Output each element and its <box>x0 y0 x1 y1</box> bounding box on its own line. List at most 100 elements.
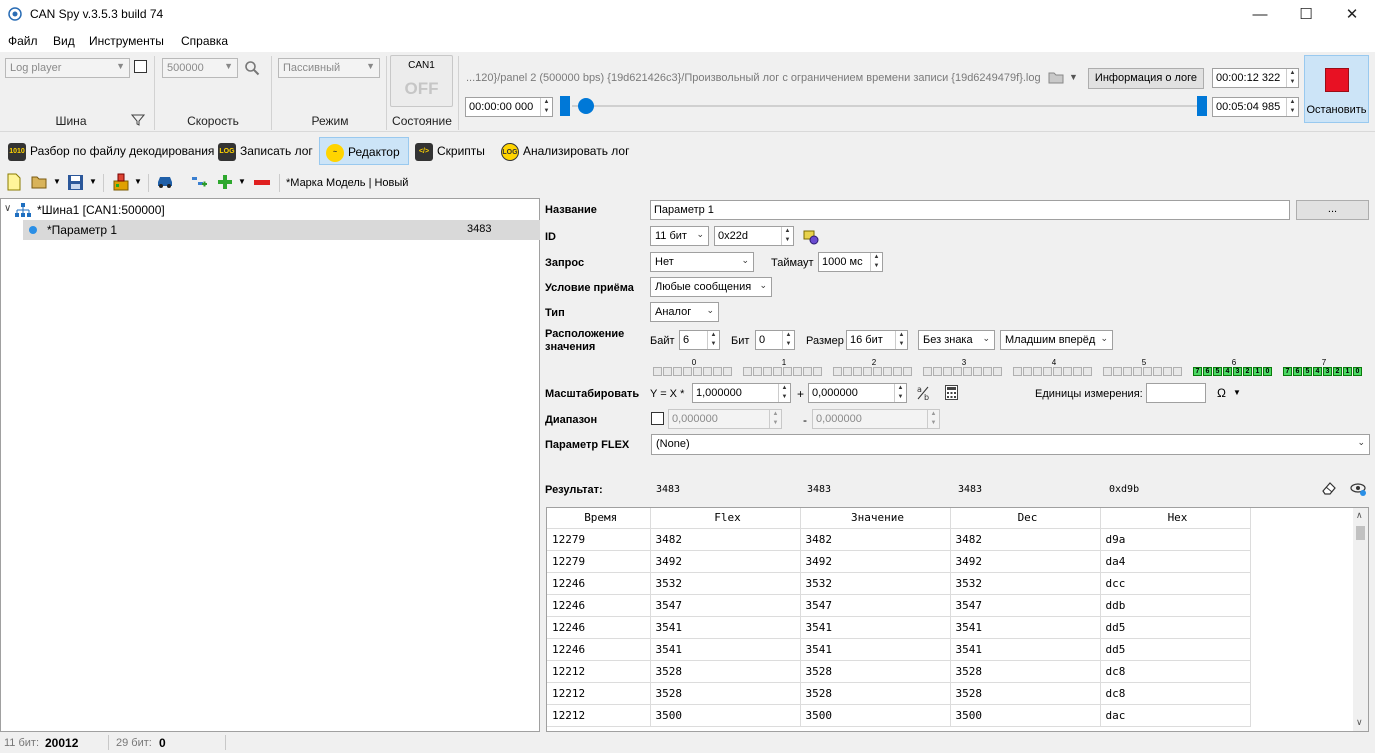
parameter-tree[interactable]: ∨ *Шина1 [CAN1:500000] *Параметр 1 3483 <box>0 198 540 732</box>
remove-icon[interactable] <box>254 180 270 185</box>
time-current-field[interactable]: 00:00:12 322 ▲ ▼ <box>1212 68 1299 88</box>
receive-condition-combo[interactable]: Любые сообщения ⌄ <box>650 277 772 297</box>
spin-arrows-icon[interactable]: ▲ ▼ <box>778 384 790 402</box>
units-symbol-button[interactable]: Ω <box>1217 386 1226 400</box>
search-icon[interactable] <box>244 60 260 76</box>
id-search-icon[interactable] <box>803 229 819 245</box>
tree-param-row[interactable]: *Параметр 1 3483 <box>23 220 540 240</box>
tab-scripts[interactable]: </> Скрипты <box>409 137 491 165</box>
byte-order-combo[interactable]: Младшим вперёд ⌄ <box>1000 330 1113 350</box>
bit-cell[interactable]: 6 <box>1203 367 1212 376</box>
scroll-up-icon[interactable]: ∧ <box>1356 510 1363 521</box>
time-total-field[interactable]: 00:05:04 985 ▲ ▼ <box>1212 97 1299 117</box>
bit-cell[interactable] <box>663 367 672 376</box>
bit-cell[interactable] <box>893 367 902 376</box>
type-combo[interactable]: Аналог ⌄ <box>650 302 719 322</box>
bit-cell[interactable] <box>833 367 842 376</box>
bit-cell[interactable]: 4 <box>1223 367 1232 376</box>
bit-field[interactable]: 0 ▲ ▼ <box>755 330 795 350</box>
bit-cell[interactable] <box>1103 367 1112 376</box>
chevron-down-icon[interactable]: ▼ <box>134 177 142 186</box>
bit-cell[interactable] <box>783 367 792 376</box>
id-type-combo[interactable]: 11 бит ⌄ <box>650 226 709 246</box>
name-more-button[interactable]: ... <box>1296 200 1369 220</box>
bit-cell[interactable]: 7 <box>1283 367 1292 376</box>
bit-byte-group[interactable]: 0 <box>653 358 735 380</box>
sign-combo[interactable]: Без знака ⌄ <box>918 330 995 350</box>
bit-cell[interactable] <box>1063 367 1072 376</box>
column-header-dec[interactable]: Dec <box>950 508 1101 529</box>
chevron-down-icon[interactable]: ▼ <box>53 177 61 186</box>
spin-arrows-icon[interactable]: ▲ ▼ <box>870 253 882 271</box>
scrollbar-thumb[interactable] <box>1356 526 1365 540</box>
bit-cell[interactable] <box>943 367 952 376</box>
menu-help[interactable]: Справка <box>181 34 228 48</box>
bit-cell[interactable]: 4 <box>1313 367 1322 376</box>
bus-checkbox[interactable] <box>134 60 147 73</box>
column-header-value[interactable]: Значение <box>800 508 951 529</box>
bit-cell[interactable] <box>1163 367 1172 376</box>
bit-byte-group[interactable]: 5 <box>1103 358 1185 380</box>
speed-combo[interactable]: 500000 ▼ <box>162 58 238 78</box>
bit-cell[interactable] <box>903 367 912 376</box>
time-start-field[interactable]: 00:00:00 000 ▲ ▼ <box>465 97 553 117</box>
bit-cell[interactable] <box>743 367 752 376</box>
table-row[interactable]: 12212 3528 3528 3528 dc8 <box>547 682 1251 705</box>
bit-cell[interactable] <box>843 367 852 376</box>
open-folder-icon[interactable] <box>31 174 49 190</box>
spin-arrows-icon[interactable]: ▲ ▼ <box>540 98 552 116</box>
chevron-down-icon[interactable]: ▼ <box>1233 388 1241 397</box>
new-file-icon[interactable] <box>6 173 22 191</box>
bit-cell[interactable] <box>753 367 762 376</box>
can-state-button[interactable]: CAN1 OFF <box>390 55 453 107</box>
add-bus-icon[interactable] <box>112 173 130 191</box>
bit-cell[interactable] <box>713 367 722 376</box>
bit-cell[interactable] <box>1033 367 1042 376</box>
bit-cell[interactable]: 1 <box>1253 367 1262 376</box>
bit-cell[interactable] <box>963 367 972 376</box>
close-button[interactable]: ✕ <box>1329 0 1375 30</box>
bit-cell[interactable] <box>1133 367 1142 376</box>
bit-cell[interactable]: 7 <box>1193 367 1202 376</box>
tab-record-log[interactable]: LOG Записать лог <box>212 137 319 165</box>
bit-cell[interactable] <box>773 367 782 376</box>
bit-byte-group[interactable]: 2 <box>833 358 915 380</box>
bit-cell[interactable] <box>1073 367 1082 376</box>
menu-file[interactable]: Файл <box>8 34 38 48</box>
bit-cell[interactable] <box>1123 367 1132 376</box>
bit-cell[interactable] <box>703 367 712 376</box>
scale-offset-field[interactable]: 0,000000 ▲ ▼ <box>808 383 907 403</box>
size-field[interactable]: 16 бит ▲ ▼ <box>846 330 908 350</box>
bit-cell[interactable] <box>883 367 892 376</box>
spin-arrows-icon[interactable]: ▲ ▼ <box>707 331 719 349</box>
stop-button[interactable]: Остановить <box>1304 55 1369 123</box>
column-header-time[interactable]: Время <box>547 508 651 529</box>
timeout-field[interactable]: 1000 мс ▲ ▼ <box>818 252 883 272</box>
bit-cell[interactable] <box>673 367 682 376</box>
table-row[interactable]: 12246 3541 3541 3541 dd5 <box>547 638 1251 661</box>
range-end-handle[interactable] <box>1197 96 1207 116</box>
request-combo[interactable]: Нет ⌄ <box>650 252 754 272</box>
bit-cell[interactable]: 2 <box>1243 367 1252 376</box>
spin-arrows-icon[interactable]: ▲ ▼ <box>1286 98 1298 116</box>
bit-cell[interactable]: 6 <box>1293 367 1302 376</box>
bit-cell[interactable] <box>653 367 662 376</box>
spin-arrows-icon[interactable]: ▲ ▼ <box>895 331 907 349</box>
filter-icon[interactable] <box>131 113 145 127</box>
bit-cell[interactable]: 3 <box>1233 367 1242 376</box>
tree-bus-node[interactable]: *Шина1 [CAN1:500000] <box>37 203 165 217</box>
spin-arrows-icon[interactable]: ▲ ▼ <box>769 410 781 428</box>
bit-cell[interactable] <box>1043 367 1052 376</box>
tab-analyze-log[interactable]: LOG Анализировать лог <box>495 137 635 165</box>
range-checkbox[interactable] <box>651 412 664 425</box>
tab-decode-file[interactable]: 1010 Разбор по файлу декодирования <box>2 137 220 165</box>
bit-cell[interactable] <box>683 367 692 376</box>
table-row[interactable]: 12246 3541 3541 3541 dd5 <box>547 616 1251 639</box>
bit-cell[interactable]: 0 <box>1263 367 1272 376</box>
bit-byte-group[interactable]: 1 <box>743 358 825 380</box>
watch-icon[interactable] <box>1349 480 1367 497</box>
bit-cell[interactable] <box>873 367 882 376</box>
bit-cell[interactable]: 0 <box>1353 367 1362 376</box>
column-header-hex[interactable]: Hex <box>1100 508 1251 529</box>
menu-tools[interactable]: Инструменты <box>89 34 164 48</box>
